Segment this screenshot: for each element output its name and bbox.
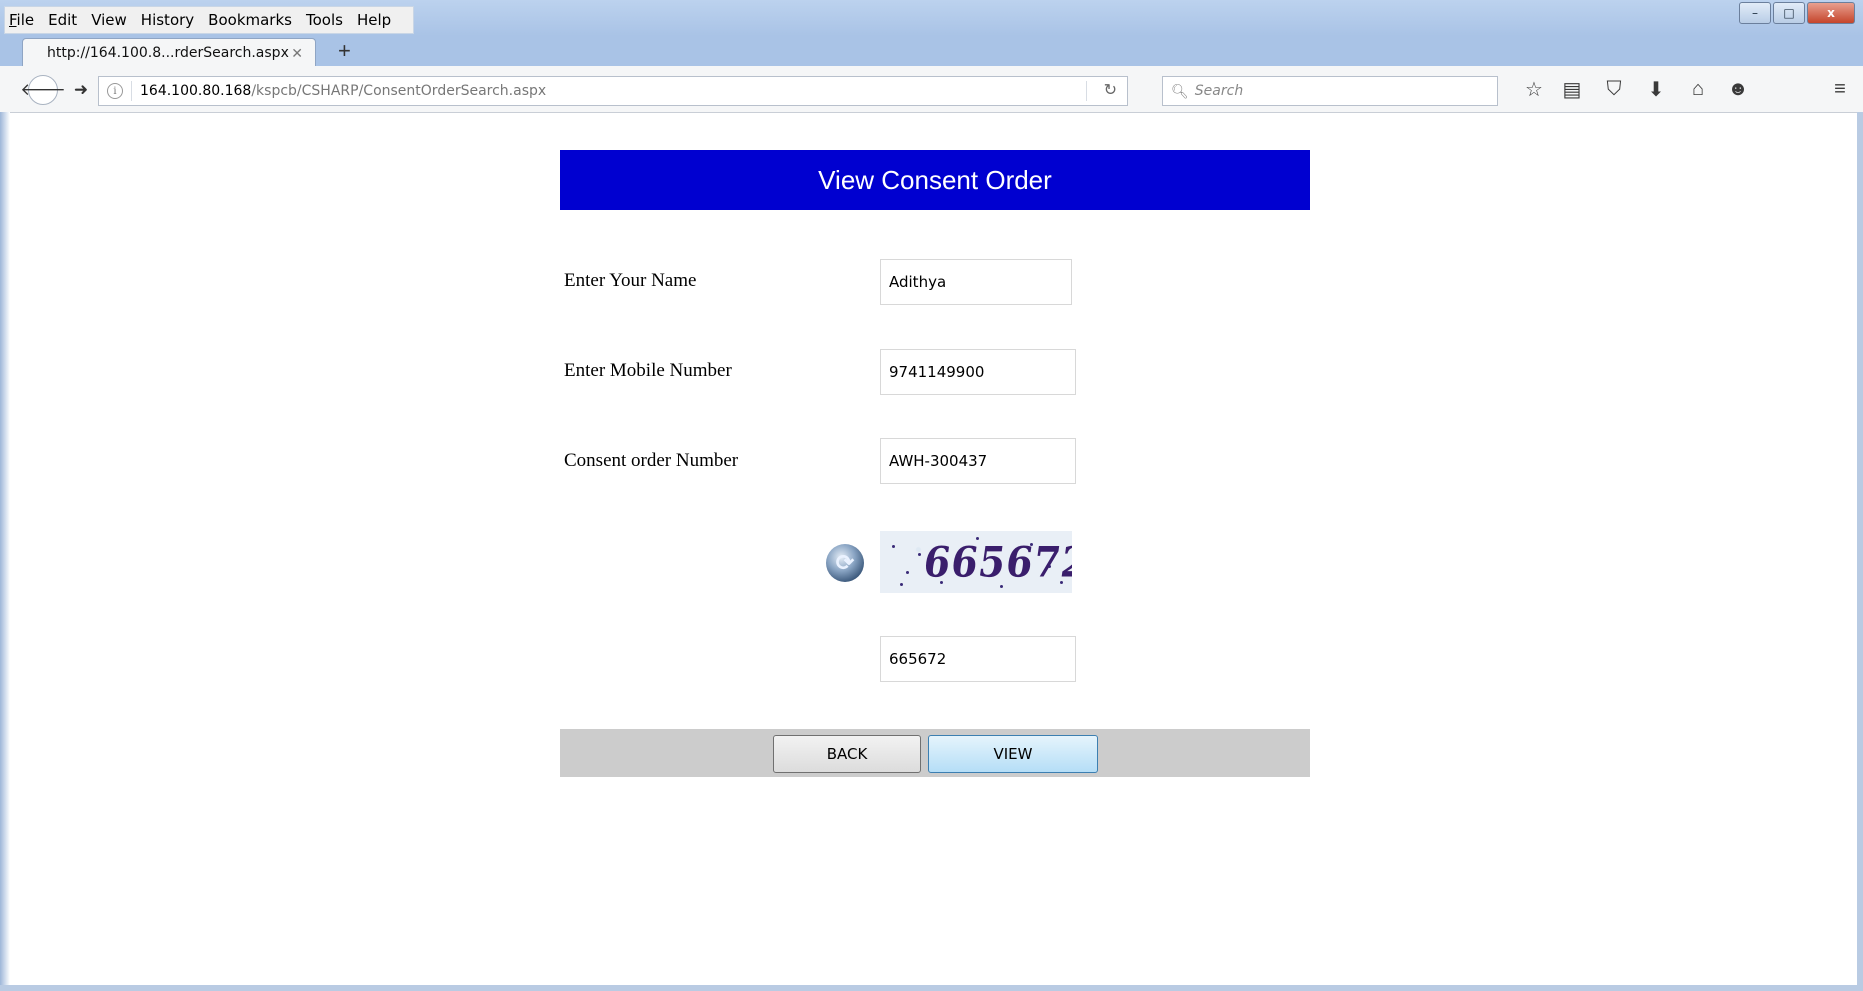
navigation-bar: 🡐 ➜ i 164.100.80.168/kspcb/CSHARP/Consen… [0,66,1863,113]
captcha-text: 665672 [920,536,1072,587]
menu-file-label: ile [16,11,35,29]
maximize-button[interactable]: □ [1773,2,1805,24]
url-bar[interactable]: i 164.100.80.168/kspcb/CSHARP/ConsentOrd… [98,76,1128,106]
hamburger-menu-icon[interactable]: ≡ [1828,77,1852,101]
captcha-image: 665672 [880,531,1072,593]
menu-view[interactable]: View [91,11,127,29]
page-header: View Consent Order [560,150,1310,210]
reload-icon[interactable]: ↻ [1104,80,1117,100]
captcha-noise [892,545,895,548]
menu-history[interactable]: History [141,11,194,29]
back-arrow-icon[interactable]: 🡐 [20,75,66,105]
forward-arrow-icon[interactable]: ➜ [70,77,92,103]
home-icon[interactable]: ⌂ [1686,77,1710,101]
name-label: Enter Your Name [564,270,697,291]
consent-order-input[interactable] [880,438,1076,484]
tab-strip: http://164.100.8...rderSearch.aspx ✕ + [0,36,1863,67]
info-icon[interactable]: i [107,83,123,99]
tab-close-icon[interactable]: ✕ [291,45,303,62]
menu-bar: File Edit View History Bookmarks Tools H… [4,6,415,34]
view-button[interactable]: VIEW [928,735,1098,773]
url-path: /kspcb/CSHARP/ConsentOrderSearch.aspx [251,83,547,99]
captcha-refresh-icon[interactable]: ⟳ [826,544,864,582]
mobile-input[interactable] [880,349,1076,395]
tab-title: http://164.100.8...rderSearch.aspx [47,45,289,61]
name-input[interactable] [880,259,1072,305]
captcha-noise [906,571,909,574]
search-placeholder: Search [1194,83,1244,99]
bookmark-star-icon[interactable]: ☆ [1522,77,1546,101]
captcha-input[interactable] [880,636,1076,682]
window-bottom-border [0,985,1863,991]
close-window-button[interactable]: x [1807,2,1855,24]
reload-separator [1086,81,1087,101]
captcha-noise [900,583,903,586]
menu-bookmarks[interactable]: Bookmarks [208,11,292,29]
button-bar: BACK VIEW [560,729,1310,777]
browser-tab[interactable]: http://164.100.8...rderSearch.aspx ✕ [22,38,316,67]
reading-list-icon[interactable]: ▤ [1560,77,1584,101]
consent-order-label: Consent order Number [564,450,739,471]
window-titlebar: File Edit View History Bookmarks Tools H… [0,0,1863,36]
chat-icon[interactable]: ☻ [1726,77,1750,101]
url-text: 164.100.80.168/kspcb/CSHARP/ConsentOrder… [140,83,546,99]
menu-file[interactable]: File [9,11,34,29]
menu-tools[interactable]: Tools [306,11,343,29]
window-right-border [1857,112,1863,991]
back-button[interactable]: BACK [773,735,921,773]
menu-edit[interactable]: Edit [48,11,77,29]
window-left-border [0,112,10,991]
download-icon[interactable]: ⬇ [1644,77,1668,101]
menu-help[interactable]: Help [357,11,391,29]
minimize-button[interactable]: – [1739,2,1771,24]
url-separator [131,81,132,101]
new-tab-icon[interactable]: + [338,38,351,64]
search-icon: 🔍︎ [1171,82,1189,99]
mobile-label: Enter Mobile Number [564,360,732,381]
pocket-icon[interactable]: ⛉ [1602,77,1626,101]
window-controls: – □ x [1737,2,1855,24]
search-bar[interactable]: 🔍︎ Search [1162,76,1498,106]
captcha-noise [918,553,921,556]
page-title: View Consent Order [818,164,1052,195]
url-host: 164.100.80.168 [140,83,252,99]
